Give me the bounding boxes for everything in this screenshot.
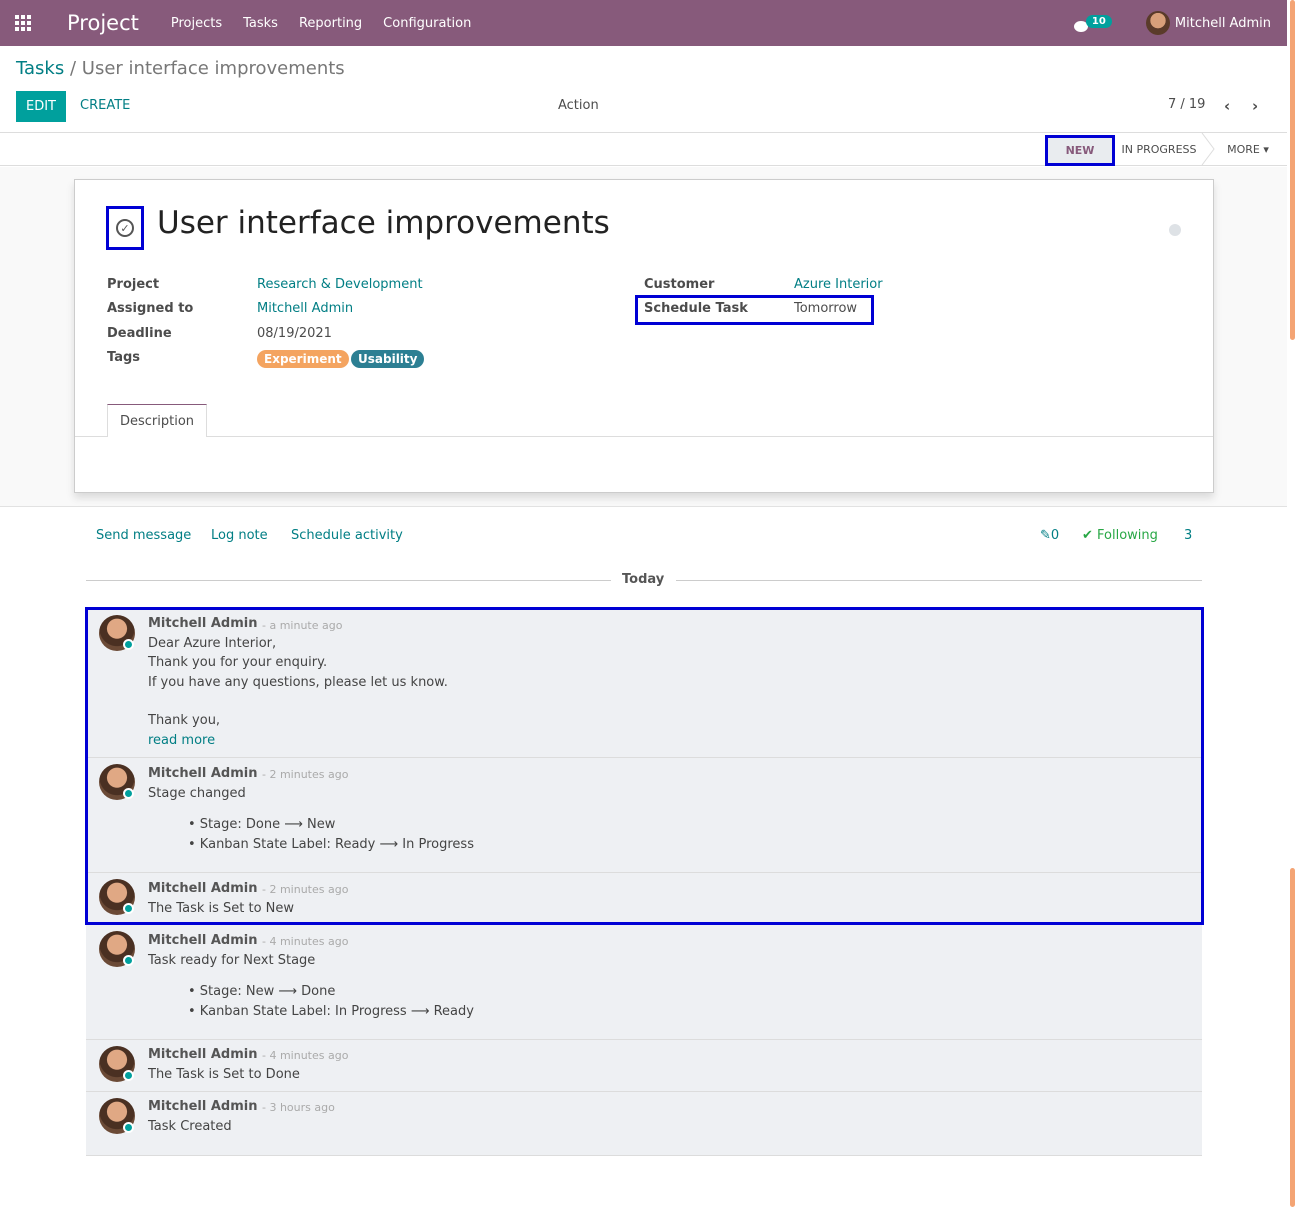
message-author[interactable]: Mitchell Admin (148, 933, 257, 948)
menu-tasks[interactable]: Tasks (243, 16, 278, 31)
message-date: - 3 hours ago (262, 1101, 335, 1114)
pager-value[interactable]: 7 / 19 (1168, 97, 1205, 112)
task-title: User interface improvements (157, 205, 610, 241)
stage-new[interactable]: NEW (1045, 135, 1115, 166)
online-status-icon (123, 1122, 134, 1133)
tag-usability: Usability (351, 350, 425, 368)
check-circle-icon: ✓ (116, 219, 134, 237)
tracking-value: • Stage: New ⟶ Done (188, 984, 336, 999)
log-note-button[interactable]: Log note (211, 528, 268, 543)
message-item: Mitchell Admin - 4 minutes ago The Task … (86, 1040, 1202, 1092)
stage-arrow-icon (1201, 133, 1215, 165)
message-body-line: Task Created (148, 1119, 232, 1134)
assigned-value[interactable]: Mitchell Admin (257, 301, 353, 316)
message-date: - 4 minutes ago (262, 1049, 349, 1062)
message-author[interactable]: Mitchell Admin (148, 1099, 257, 1114)
stage-more-dropdown[interactable]: MORE ▾ (1218, 133, 1278, 165)
chat-button[interactable]: 10 (1073, 13, 1112, 33)
tab-divider (75, 436, 1213, 437)
assigned-label: Assigned to (107, 301, 194, 316)
deadline-label: Deadline (107, 326, 172, 341)
status-bar: NEW IN PROGRESS MORE ▾ (0, 132, 1287, 166)
menu-reporting[interactable]: Reporting (299, 16, 362, 31)
pager-next-icon[interactable]: › (1252, 97, 1258, 115)
tag-experiment: Experiment (257, 350, 349, 368)
scrollbar-thumb-bottom[interactable] (1290, 868, 1295, 1207)
breadcrumb-current: User interface improvements (81, 58, 345, 79)
create-button[interactable]: CREATE (80, 98, 130, 113)
following-button[interactable]: ✔ Following (1082, 528, 1158, 543)
attachments-button[interactable]: ✎0 (1040, 528, 1059, 543)
top-navbar: Project Projects Tasks Reporting Configu… (0, 0, 1287, 46)
task-done-toggle[interactable]: ✓ (106, 206, 144, 250)
schedule-activity-button[interactable]: Schedule activity (291, 528, 403, 543)
project-label: Project (107, 277, 160, 292)
followers-count[interactable]: 3 (1184, 528, 1192, 543)
edit-button[interactable]: EDIT (16, 91, 66, 122)
breadcrumb-tasks-link[interactable]: Tasks (16, 58, 64, 79)
date-divider-label: Today (622, 572, 665, 587)
online-status-icon (123, 1070, 134, 1081)
online-status-icon (123, 955, 134, 966)
kanban-state-icon[interactable] (1169, 224, 1181, 236)
action-menu[interactable]: Action (558, 98, 599, 113)
project-value[interactable]: Research & Development (257, 277, 423, 292)
message-item: Mitchell Admin - 4 minutes ago Task read… (86, 925, 1202, 1040)
messages-highlight (85, 607, 1204, 925)
message-author[interactable]: Mitchell Admin (148, 1047, 257, 1062)
breadcrumb-separator: / (69, 58, 77, 79)
message-body-line: The Task is Set to Done (148, 1067, 300, 1082)
breadcrumb: Tasks / User interface improvements (16, 58, 345, 79)
message-item: Mitchell Admin - 3 hours ago Task Create… (86, 1092, 1202, 1156)
date-divider-right (676, 580, 1202, 581)
user-name: Mitchell Admin (1174, 15, 1271, 31)
schedule-task-label: Schedule Task (644, 301, 748, 316)
date-divider-left (86, 580, 611, 581)
stage-in-progress[interactable]: IN PROGRESS (1116, 133, 1202, 165)
tracking-value: • Kanban State Label: In Progress ⟶ Read… (188, 1004, 474, 1019)
scrollbar-thumb-top[interactable] (1290, 0, 1295, 340)
chat-count-badge: 10 (1085, 15, 1112, 28)
tags-label: Tags (107, 350, 141, 365)
apps-menu-icon[interactable] (0, 0, 46, 46)
menu-projects[interactable]: Projects (171, 16, 222, 31)
user-avatar (1145, 11, 1170, 35)
deadline-value: 08/19/2021 (257, 326, 332, 341)
menu-configuration[interactable]: Configuration (383, 16, 471, 31)
tab-description[interactable]: Description (107, 404, 207, 437)
customer-label: Customer (644, 277, 715, 292)
schedule-task-value[interactable]: Tomorrow (794, 301, 857, 316)
message-date: - 4 minutes ago (262, 935, 349, 948)
send-message-button[interactable]: Send message (96, 528, 191, 543)
user-menu[interactable]: Mitchell Admin (1145, 11, 1271, 35)
message-body-line: Task ready for Next Stage (148, 953, 316, 968)
customer-value[interactable]: Azure Interior (794, 277, 883, 292)
pager-prev-icon[interactable]: ‹ (1224, 97, 1230, 115)
app-brand[interactable]: Project (67, 11, 139, 35)
